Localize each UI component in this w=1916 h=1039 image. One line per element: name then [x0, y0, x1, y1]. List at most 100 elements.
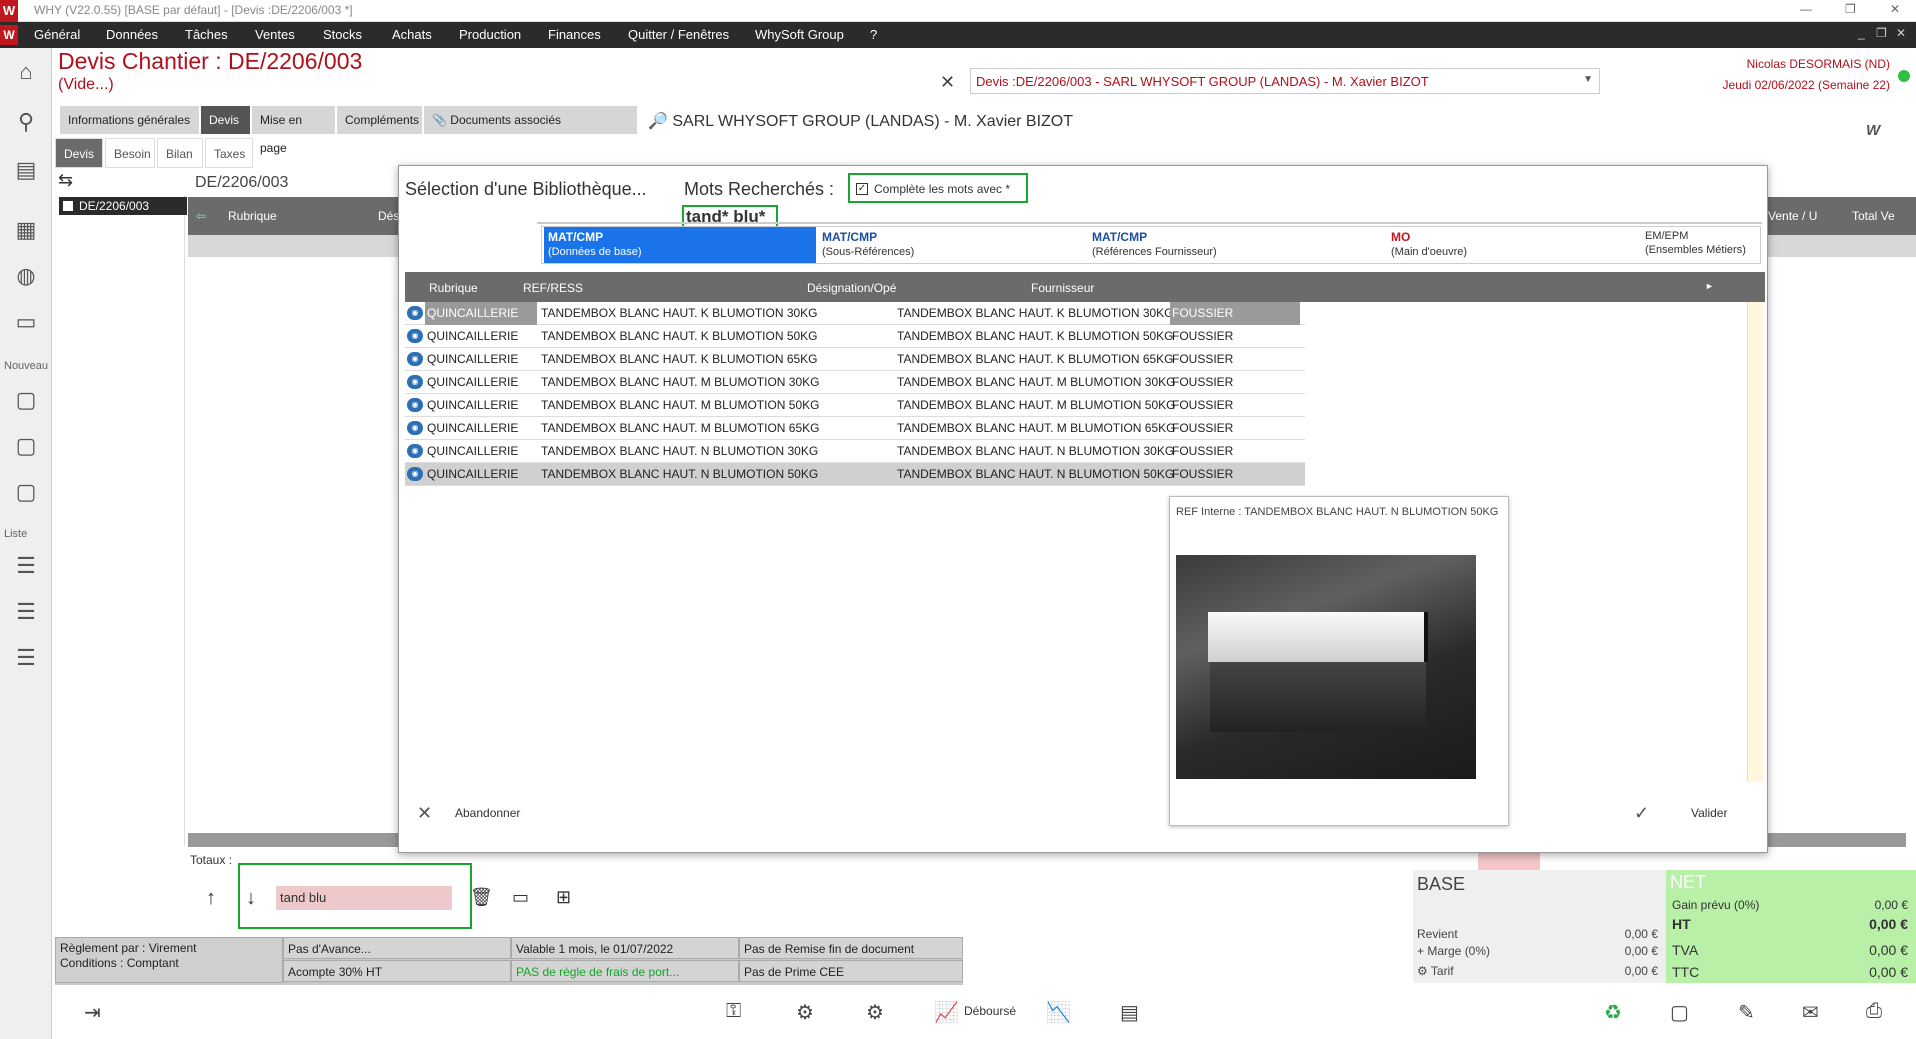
trash-icon[interactable]: 🗑 — [470, 887, 493, 908]
settings-icon[interactable]: ⚙ — [796, 1000, 814, 1025]
grid-col-total-ve[interactable]: Total Ve — [1852, 209, 1895, 223]
list-a-icon[interactable]: ☰ — [10, 596, 42, 628]
gear-icon[interactable]: ⚙ — [1417, 964, 1428, 978]
document-a-icon[interactable]: ▢ — [1670, 1000, 1689, 1025]
list-item[interactable]: ◉ QUINCAILLERIE TANDEMBOX BLANC HAUT. K … — [405, 325, 1305, 348]
validate-button[interactable]: Valider — [1691, 806, 1727, 820]
reglement-cell[interactable]: Règlement par : Virement Conditions : Com… — [55, 937, 283, 983]
mail-icon[interactable]: ✉ — [1802, 1000, 1819, 1025]
grid-col-des[interactable]: Dés — [378, 209, 399, 223]
clipboard-list-icon[interactable]: ▤ — [1120, 1000, 1139, 1025]
eye-icon[interactable]: ◉ — [407, 421, 423, 435]
list-item[interactable]: ◉ QUINCAILLERIE TANDEMBOX BLANC HAUT. M … — [405, 371, 1305, 394]
clear-client-icon[interactable]: ✕ — [940, 72, 955, 93]
list-item[interactable]: ◉ QUINCAILLERIE TANDEMBOX BLANC HAUT. K … — [405, 348, 1305, 371]
col-ref-ress[interactable]: REF/RESS — [523, 281, 583, 295]
menu-quitter[interactable]: Quitter / Fenêtres — [628, 27, 729, 42]
debourse-chart-icon[interactable]: 📈 — [934, 1000, 959, 1025]
eye-icon[interactable]: ◉ — [407, 467, 423, 481]
minimize-icon[interactable]: — — [1800, 2, 1812, 16]
col-designation[interactable]: Désignation/Opé — [807, 281, 896, 295]
remise-cell[interactable]: Pas de Remise fin de document — [739, 937, 963, 959]
menu-achats[interactable]: Achats — [392, 27, 432, 42]
menu-production[interactable]: Production — [459, 27, 521, 42]
exit-icon[interactable]: ⇥ — [84, 1000, 101, 1025]
swap-arrows-icon[interactable]: ⇆ — [58, 170, 73, 191]
list-item-selected[interactable]: ◉ QUINCAILLERIE TANDEMBOX BLANC HAUT. N … — [405, 463, 1305, 486]
list-item[interactable]: ◉ QUINCAILLERIE TANDEMBOX BLANC HAUT. M … — [405, 394, 1305, 417]
folder-add-icon[interactable]: ⊞ — [556, 887, 571, 908]
prime-cell[interactable]: Pas de Prime CEE — [739, 960, 963, 982]
eye-icon[interactable]: ◉ — [407, 398, 423, 412]
menu-taches[interactable]: Tâches — [185, 27, 228, 42]
tab-complements[interactable]: Compléments — [337, 106, 423, 134]
tab-devis[interactable]: Devis — [201, 106, 251, 134]
acompte-cell[interactable]: Acompte 30% HT — [283, 960, 511, 982]
menu-stocks[interactable]: Stocks — [323, 27, 362, 42]
subtab-taxes[interactable]: Taxes — [205, 138, 253, 168]
subtab-bilan[interactable]: Bilan — [157, 138, 203, 168]
subtab-besoin[interactable]: Besoin — [105, 138, 155, 168]
abandon-icon[interactable]: ✕ — [417, 803, 432, 824]
lib-tab-ref-fournisseur[interactable]: MAT/CMP (Références Fournisseur) — [1088, 227, 1388, 263]
menu-ventes[interactable]: Ventes — [255, 27, 295, 42]
tab-mise-en-page[interactable]: Mise en page — [252, 106, 336, 155]
www-icon[interactable]: ◍ — [10, 260, 42, 292]
complete-checkbox[interactable]: ✓ — [856, 183, 868, 195]
subtab-devis[interactable]: Devis — [55, 138, 103, 168]
list-c-icon[interactable]: ☰ — [10, 642, 42, 674]
child-minimize-icon[interactable]: _ — [1858, 26, 1865, 40]
arrow-down-icon[interactable]: ↓ — [246, 887, 256, 910]
list-d-icon[interactable]: ☰ — [10, 550, 42, 582]
eye-icon[interactable]: ◉ — [407, 444, 423, 458]
lib-tab-donnees-base[interactable]: MAT/CMP (Données de base) — [544, 227, 816, 263]
menu-donnees[interactable]: Données — [106, 27, 158, 42]
restore-icon[interactable]: ❐ — [1845, 2, 1856, 16]
key-icon[interactable]: ⚿ — [726, 1000, 741, 1023]
menu-whysoft[interactable]: WhySoft Group — [755, 27, 844, 42]
close-icon[interactable]: ✕ — [1890, 2, 1900, 16]
grid-col-vente-u[interactable]: Vente / U — [1768, 209, 1817, 223]
app-menu-logo[interactable]: W — [0, 25, 18, 45]
lib-tab-main-oeuvre[interactable]: MO (Main d'oeuvre) — [1387, 227, 1637, 263]
search-icon[interactable]: ⚲ — [10, 106, 42, 138]
search-input[interactable]: tand blu — [276, 886, 452, 910]
menu-general[interactable]: Général — [34, 27, 80, 42]
list-item[interactable]: ◉ QUINCAILLERIE TANDEMBOX BLANC HAUT. K … — [405, 302, 1305, 325]
tree-node[interactable]: DE/2206/003 — [59, 197, 187, 215]
chart-icon[interactable]: 📉 — [1046, 1000, 1071, 1025]
lib-tab-ensembles-metiers[interactable]: EM/EPM (Ensembles Métiers) — [1641, 227, 1759, 263]
advanced-settings-icon[interactable]: ⚙ — [866, 1000, 884, 1025]
print-icon[interactable]: ⎙ — [1866, 1000, 1882, 1023]
arrow-up-icon[interactable]: ↑ — [206, 887, 216, 910]
scroll-right-icon[interactable]: ► — [1705, 281, 1714, 291]
list-item[interactable]: ◉ QUINCAILLERIE TANDEMBOX BLANC HAUT. M … — [405, 417, 1305, 440]
calculator-icon[interactable]: ▦ — [10, 214, 42, 246]
menu-finances[interactable]: Finances — [548, 27, 601, 42]
tab-documents[interactable]: 📎 Documents associés — [424, 106, 638, 134]
eye-icon[interactable]: ◉ — [407, 375, 423, 389]
folder-open-icon[interactable]: ▭ — [512, 887, 529, 908]
new-doc-d-icon[interactable]: ▢ — [10, 384, 42, 416]
port-cell[interactable]: PAS de règle de frais de port... — [511, 960, 739, 982]
clipboard-icon[interactable]: ▤ — [10, 154, 42, 186]
child-restore-icon[interactable]: ❐ — [1876, 26, 1887, 40]
recycle-icon[interactable]: ♻ — [1604, 1000, 1622, 1025]
folder-icon[interactable]: ▭ — [10, 306, 42, 338]
new-doc-a-icon[interactable]: ▢ — [10, 430, 42, 462]
lib-tab-sous-references[interactable]: MAT/CMP (Sous-Références) — [818, 227, 1088, 263]
avance-cell[interactable]: Pas d'Avance... — [283, 937, 511, 959]
back-arrow-icon[interactable]: ⇦ — [196, 209, 206, 223]
eye-icon[interactable]: ◉ — [407, 306, 423, 320]
eye-icon[interactable]: ◉ — [407, 329, 423, 343]
list-scrollbar[interactable] — [1747, 302, 1763, 782]
list-item[interactable]: ◉ QUINCAILLERIE TANDEMBOX BLANC HAUT. N … — [405, 440, 1305, 463]
child-close-icon[interactable]: ✕ — [1896, 26, 1906, 40]
home-icon[interactable]: ⌂ — [10, 56, 42, 88]
tab-informations[interactable]: Informations générales — [60, 106, 200, 134]
client-select[interactable]: Devis :DE/2206/003 - SARL WHYSOFT GROUP … — [970, 68, 1600, 94]
abandon-button[interactable]: Abandonner — [455, 806, 520, 820]
col-fournisseur[interactable]: Fournisseur — [1031, 281, 1094, 295]
magnifier-icon[interactable]: 🔎 — [648, 113, 668, 130]
menu-help[interactable]: ? — [870, 27, 877, 42]
